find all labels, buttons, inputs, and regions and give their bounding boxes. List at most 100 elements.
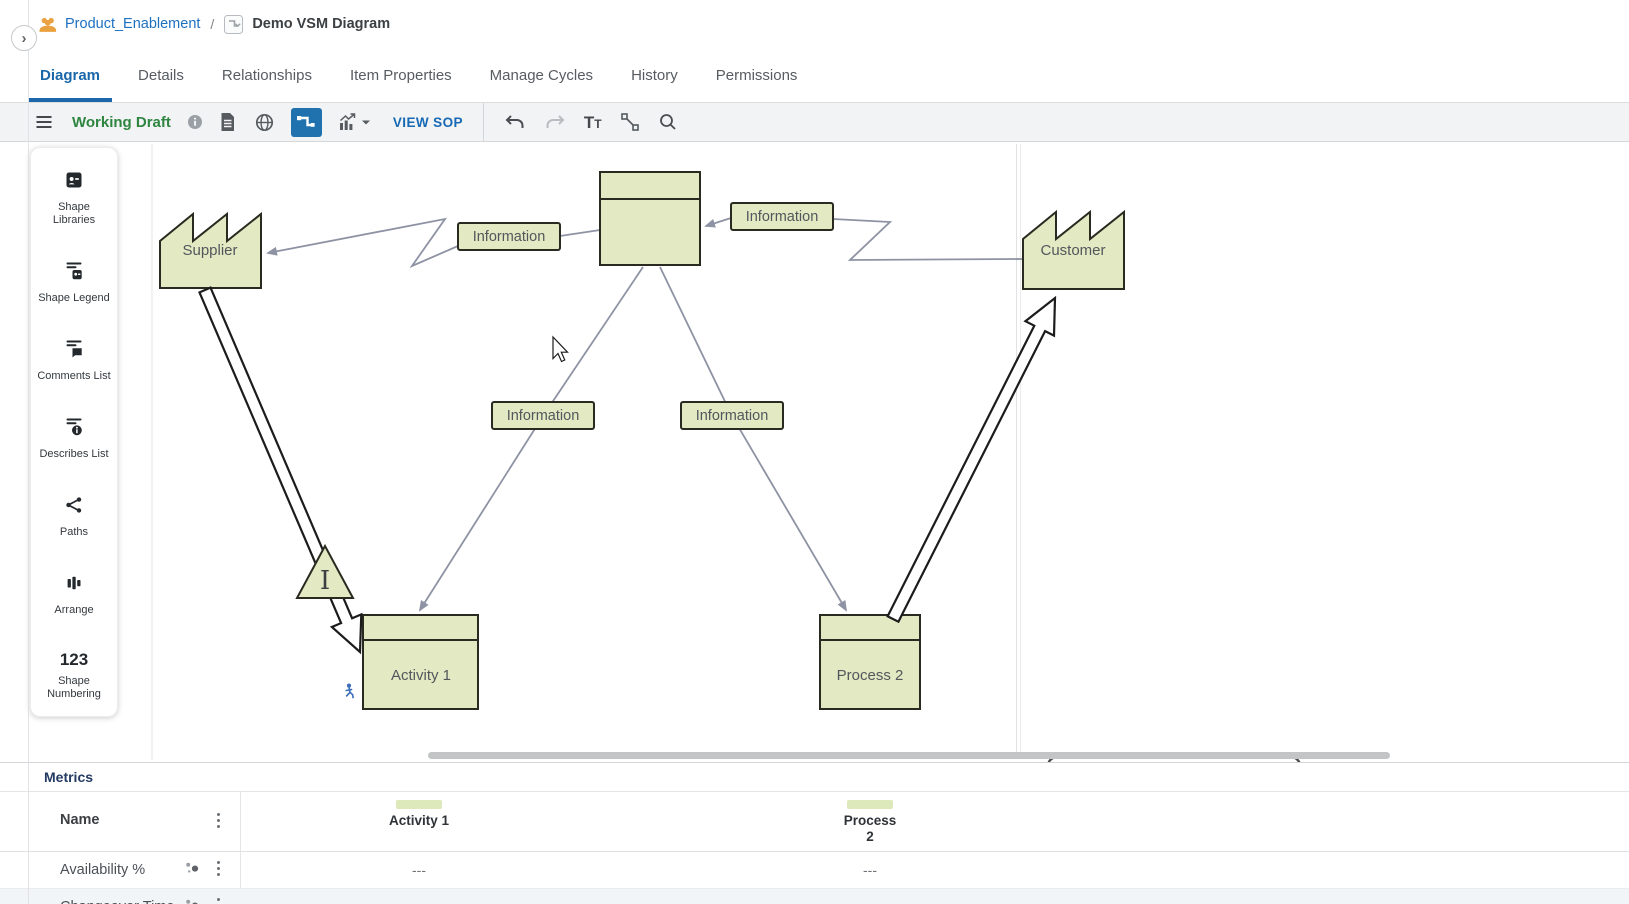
view-sop-button[interactable]: VIEW SOP xyxy=(391,113,465,132)
tab-permissions[interactable]: Permissions xyxy=(704,48,810,102)
tab-history[interactable]: History xyxy=(619,48,690,102)
connector-tool-button[interactable] xyxy=(291,108,322,137)
text-tool-icon: TT xyxy=(584,114,602,131)
sidebar-item-arrange[interactable]: Arrange xyxy=(31,573,117,617)
metrics-title: Metrics xyxy=(44,769,93,785)
person-resource-icon[interactable] xyxy=(346,684,354,699)
metric-value: --- xyxy=(412,862,426,878)
kebab-icon xyxy=(216,860,221,877)
globe-button[interactable] xyxy=(252,110,277,135)
sidebar-item-comments-list[interactable]: Comments List xyxy=(31,339,117,383)
info-box-top-right[interactable]: Information xyxy=(731,203,833,230)
supplier-shape[interactable]: Supplier xyxy=(160,214,261,288)
connector-center-to-activity1[interactable] xyxy=(420,267,643,610)
connector-center-to-process2[interactable] xyxy=(660,267,846,610)
diagram-canvas[interactable]: Supplier Customer Activity 1 Process 2 I… xyxy=(0,142,1629,762)
process2-label: Process 2 xyxy=(837,667,904,684)
caret-down-icon xyxy=(361,118,371,126)
metric-link-icon[interactable] xyxy=(184,860,201,880)
undo-icon xyxy=(504,114,526,131)
document-icon xyxy=(219,112,236,132)
breadcrumb: Product_Enablement / Demo VSM Diagram xyxy=(0,0,1629,48)
metric-value: --- xyxy=(863,862,877,878)
globe-icon xyxy=(254,112,275,133)
info-box-top-left[interactable]: Information xyxy=(458,223,560,250)
arrange-icon xyxy=(64,573,84,598)
shape-tools-panel: Shape Libraries Shape Legend Comments Li… xyxy=(30,147,118,717)
sidebar-item-paths[interactable]: Paths xyxy=(31,495,117,539)
numbering-123-icon: 123 xyxy=(60,651,88,669)
diagram-item-icon xyxy=(224,15,243,34)
metric-row-changeover[interactable]: Changeover Time --- --- xyxy=(0,889,1629,904)
menu-button[interactable] xyxy=(32,111,56,133)
sidebar-item-describes-list[interactable]: Describes List xyxy=(31,417,117,461)
metrics-column-process2[interactable]: Process 2 xyxy=(839,800,901,845)
metrics-header-row: Name Activity 1 Process 2 xyxy=(0,792,1629,852)
metrics-name-header: Name xyxy=(60,812,100,828)
svg-text:Information: Information xyxy=(507,408,580,424)
process2-shape[interactable]: Process 2 xyxy=(820,615,920,709)
info-box-mid-left[interactable]: Information xyxy=(492,402,594,429)
customer-label: Customer xyxy=(1040,242,1105,259)
status-label: Working Draft xyxy=(72,114,171,131)
metrics-column-activity1[interactable]: Activity 1 xyxy=(388,800,450,829)
expand-panel-button[interactable]: › xyxy=(11,25,37,51)
svg-text:Information: Information xyxy=(696,408,769,424)
activity1-label: Activity 1 xyxy=(391,667,451,684)
customer-shape[interactable]: Customer xyxy=(1023,212,1124,289)
shape-libraries-icon xyxy=(64,170,84,195)
inventory-triangle-shape[interactable]: I xyxy=(297,546,353,598)
connector-nodes-icon xyxy=(620,112,640,132)
information-connectors[interactable] xyxy=(268,218,1023,610)
mouse-cursor xyxy=(553,337,568,362)
canvas-horizontal-scrollbar[interactable] xyxy=(428,752,1390,759)
tab-details[interactable]: Details xyxy=(126,48,196,102)
kebab-icon xyxy=(216,897,221,904)
push-arrow-process2-to-customer[interactable] xyxy=(888,298,1055,622)
tab-relationships[interactable]: Relationships xyxy=(210,48,324,102)
sidebar-item-shape-numbering[interactable]: 123 Shape Numbering xyxy=(31,651,117,701)
search-button[interactable] xyxy=(656,110,680,134)
breadcrumb-separator: / xyxy=(207,16,217,32)
activity1-shape[interactable]: Activity 1 xyxy=(363,615,478,709)
vsm-diagram: Supplier Customer Activity 1 Process 2 I… xyxy=(0,142,1629,762)
row-menu-button[interactable] xyxy=(214,858,223,882)
describes-list-icon xyxy=(64,417,84,442)
redo-icon xyxy=(544,114,566,131)
text-tool-button[interactable]: TT xyxy=(582,112,604,133)
chart-icon xyxy=(338,112,358,132)
connector-info-to-center[interactable] xyxy=(706,218,731,226)
sidebar-item-shape-legend[interactable]: Shape Legend xyxy=(31,261,117,305)
connector-info-to-supplier[interactable] xyxy=(268,219,458,266)
sidebar-item-shape-libraries[interactable]: Shape Libraries xyxy=(31,170,117,227)
row-menu-button[interactable] xyxy=(214,895,223,904)
info-box-mid-right[interactable]: Information xyxy=(681,402,783,429)
chart-menu-button[interactable] xyxy=(336,110,373,134)
chevron-right-icon: › xyxy=(22,30,27,47)
tab-manage-cycles[interactable]: Manage Cycles xyxy=(478,48,605,102)
inventory-label: I xyxy=(320,566,330,596)
elbow-connector-icon xyxy=(296,113,316,131)
metrics-title-row: Metrics xyxy=(0,763,1629,792)
breadcrumb-project-link[interactable]: Product_Enablement xyxy=(65,16,200,32)
tab-diagram[interactable]: Diagram xyxy=(28,48,112,102)
connector-center-to-info[interactable] xyxy=(560,230,600,236)
search-icon xyxy=(658,112,678,132)
undo-button[interactable] xyxy=(502,112,528,133)
group-icon xyxy=(38,16,58,33)
tab-item-properties[interactable]: Item Properties xyxy=(338,48,464,102)
production-control-shape[interactable] xyxy=(600,172,700,265)
metric-row-availability[interactable]: Availability % --- --- xyxy=(0,852,1629,889)
metric-value: --- xyxy=(863,899,877,904)
hamburger-icon xyxy=(34,113,54,131)
shape-legend-icon xyxy=(64,261,84,286)
redo-button[interactable] xyxy=(542,112,568,133)
metric-link-icon[interactable] xyxy=(184,897,201,904)
name-column-menu-button[interactable] xyxy=(214,810,223,834)
line-connector-button[interactable] xyxy=(618,110,642,134)
info-icon[interactable] xyxy=(187,114,203,130)
kebab-icon xyxy=(216,812,221,829)
connector-customer-to-info[interactable] xyxy=(833,219,1023,260)
activity1-color-swatch xyxy=(396,800,442,809)
document-button[interactable] xyxy=(217,110,238,134)
